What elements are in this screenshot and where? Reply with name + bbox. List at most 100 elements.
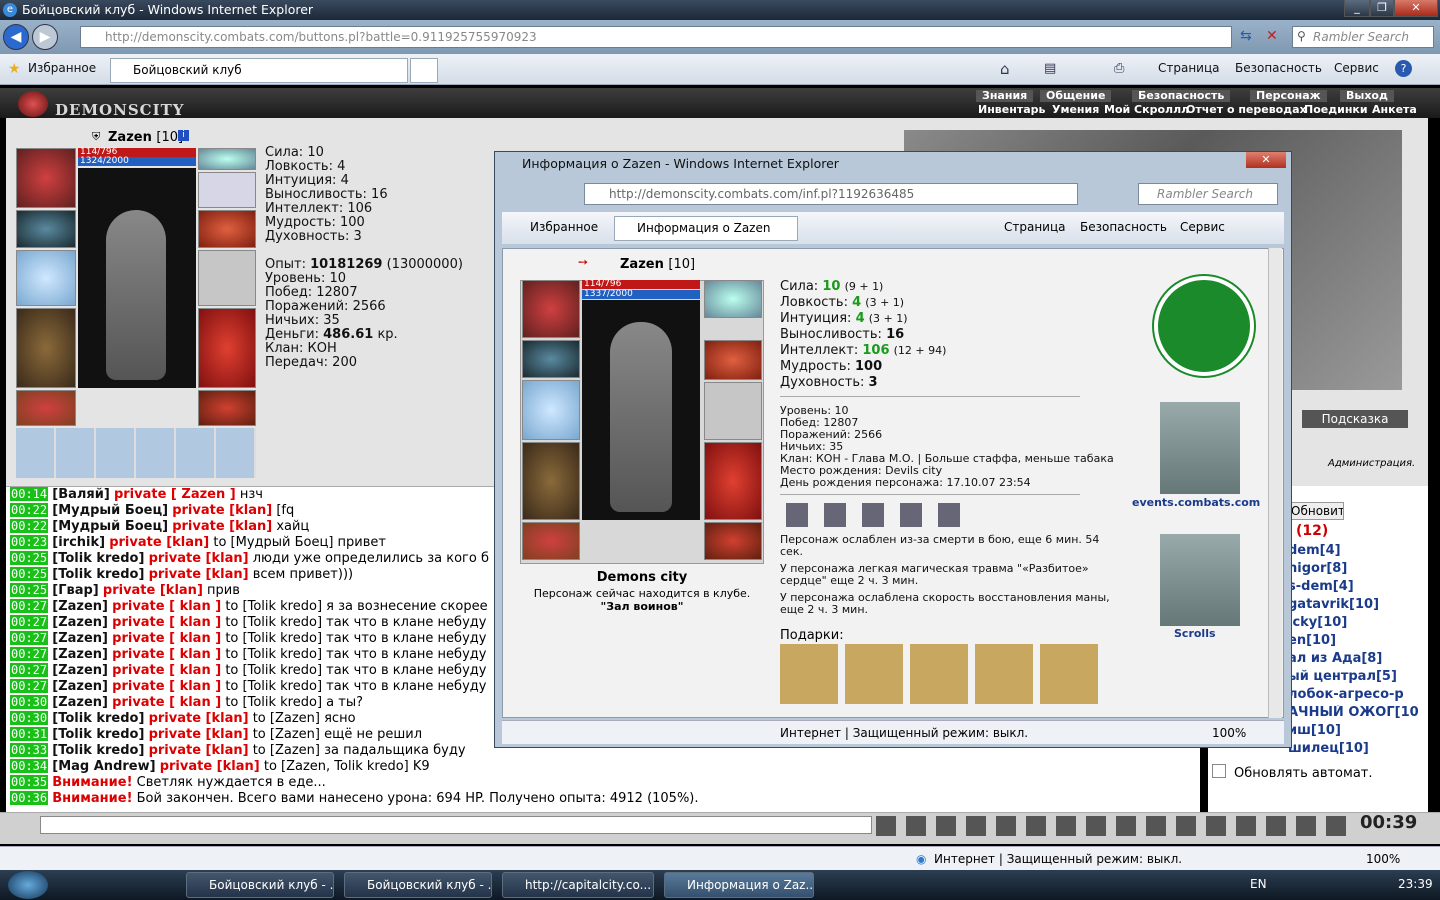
safety-menu[interactable]: Безопасность (1235, 61, 1322, 75)
minimize-button[interactable]: _ (1344, 0, 1370, 17)
popup-shield-slot[interactable] (704, 382, 762, 440)
chat-private-tag[interactable]: private [ klan ] (112, 647, 221, 662)
chat-time[interactable]: 00:35 (10, 775, 49, 789)
chat-time[interactable]: 00:27 (10, 599, 49, 613)
chat-private-tag[interactable]: private [klan] (149, 727, 249, 742)
chat-private-tag[interactable]: private [ klan ] (112, 663, 221, 678)
chat-time[interactable]: 00:27 (10, 679, 49, 693)
chat-author[interactable]: [Мудрый Боец] (52, 503, 168, 518)
earring-slot[interactable] (198, 148, 256, 170)
chat-author[interactable]: [Tolik kredo] (52, 743, 144, 758)
user-list-item[interactable]: лобок-агресо-р (1288, 687, 1404, 702)
menu-inventory[interactable]: Инвентарь (978, 103, 1045, 116)
chat-private-tag[interactable]: private [klan] (172, 503, 272, 518)
popup-earring-slot[interactable] (704, 280, 762, 318)
chat-author[interactable]: [Tolik kredo] (52, 551, 144, 566)
bracers-slot[interactable] (16, 210, 76, 248)
search-input[interactable]: Rambler Search (1292, 26, 1434, 48)
user-list-item[interactable]: en[10] (1288, 633, 1336, 648)
taskbar-item-3[interactable]: http://capitalcity.co... (502, 872, 654, 898)
taskbar-item-4[interactable]: Информация о Zaz... (664, 872, 814, 898)
popup-helmet-slot[interactable] (522, 280, 580, 338)
helmet-slot[interactable] (16, 148, 76, 208)
chat-time[interactable]: 00:36 (10, 791, 49, 805)
forward-button[interactable]: ▶ (32, 24, 58, 50)
chat-time[interactable]: 00:22 (10, 519, 49, 533)
taskbar-item-2[interactable]: Бойцовский клуб - ... (344, 872, 492, 898)
chat-author[interactable]: [Мудрый Боец] (52, 519, 168, 534)
popup-weapon-slot[interactable] (522, 380, 580, 440)
user-list-item[interactable]: nigor[8] (1288, 561, 1347, 576)
popup-tab[interactable]: Информация о Zazen (614, 216, 798, 241)
user-list-item[interactable]: ый централ[5] (1288, 669, 1397, 684)
search-icon[interactable]: ⚲ (1297, 29, 1306, 43)
quick-slots[interactable] (16, 428, 256, 478)
menu-myscroll[interactable]: Мой Скроллл (1104, 103, 1189, 116)
legs-slot[interactable] (198, 308, 256, 388)
popup-favorites-button[interactable]: Избранное (530, 220, 598, 234)
chat-time[interactable]: 00:25 (10, 567, 49, 581)
taskbar-item-1[interactable]: Бойцовский клуб - ... (186, 872, 334, 898)
chat-private-tag[interactable]: private [klan] (149, 711, 249, 726)
chat-time[interactable]: 00:33 (10, 743, 49, 757)
chat-author[interactable]: [Tolik kredo] (52, 567, 144, 582)
chat-time[interactable]: 00:25 (10, 551, 49, 565)
chat-private-tag[interactable]: Внимание! (52, 791, 132, 806)
menu-exit[interactable]: Выход (1340, 90, 1394, 102)
popup-bracers-slot[interactable] (522, 340, 580, 378)
chat-author[interactable]: [Zazen] (52, 615, 108, 630)
back-button[interactable]: ◀ (3, 24, 29, 50)
menu-transfers[interactable]: Отчет о переводах (1186, 103, 1307, 116)
popup-search-input[interactable]: Rambler Search (1138, 183, 1278, 205)
chat-private-tag[interactable]: private [klan] (172, 519, 272, 534)
armor-slot[interactable] (16, 308, 76, 388)
user-list-item[interactable]: иш[10] (1288, 723, 1341, 738)
chat-private-tag[interactable]: private [klan] (149, 743, 249, 758)
popup-belt-slot[interactable] (522, 522, 580, 560)
user-list-item[interactable]: s-dem[4] (1288, 579, 1354, 594)
chat-author[interactable]: [Tolik kredo] (52, 711, 144, 726)
chat-time[interactable]: 00:27 (10, 647, 49, 661)
help-icon[interactable]: ? (1395, 60, 1412, 77)
chat-author[interactable]: [irchik] (52, 535, 105, 550)
tab-fightclub[interactable]: Бойцовский клуб (110, 58, 408, 83)
shield-slot[interactable] (198, 250, 256, 306)
user-list-item[interactable]: dem[4] (1288, 543, 1341, 558)
popup-boots-slot[interactable] (704, 522, 762, 560)
chat-time[interactable]: 00:27 (10, 615, 49, 629)
popup-page-menu[interactable]: Страница (1004, 220, 1066, 234)
chat-input[interactable] (40, 816, 872, 834)
chat-author[interactable]: [Zazen] (52, 663, 108, 678)
chat-private-tag[interactable]: private [klan] (103, 583, 203, 598)
chat-author[interactable]: [Zazen] (52, 647, 108, 662)
user-list-item[interactable]: АЧНЫЙ ОЖОГ[10 (1288, 705, 1419, 720)
home-icon[interactable]: ⌂ (1000, 60, 1010, 78)
chat-time[interactable]: 00:27 (10, 663, 49, 677)
feeds-icon[interactable]: ▤ (1044, 61, 1056, 76)
belt-slot[interactable] (16, 390, 76, 426)
popup-service-menu[interactable]: Сервис (1180, 220, 1225, 234)
chat-author[interactable]: [Mag Andrew] (52, 759, 155, 774)
user-list-item[interactable]: шилец[10] (1288, 741, 1369, 756)
chat-time[interactable]: 00:25 (10, 583, 49, 597)
auto-refresh-checkbox[interactable] (1212, 764, 1226, 778)
close-button[interactable]: ✕ (1394, 0, 1438, 17)
chat-author[interactable]: [Tolik kredo] (52, 727, 144, 742)
chat-author[interactable]: [Zazen] (52, 679, 108, 694)
chat-private-tag[interactable]: private [ klan ] (112, 599, 221, 614)
maximize-button[interactable]: ❐ (1370, 0, 1394, 17)
info-icon[interactable]: i (178, 130, 189, 141)
favorites-button[interactable]: Избранное (28, 61, 96, 75)
hint-button[interactable]: Подсказка (1302, 410, 1408, 428)
chat-time[interactable]: 00:30 (10, 695, 49, 709)
scrolls-link[interactable]: Scrolls (1174, 627, 1216, 640)
chat-author[interactable]: [Zazen] (52, 695, 108, 710)
chat-private-tag[interactable]: Внимание! (52, 775, 132, 790)
chat-time[interactable]: 00:27 (10, 631, 49, 645)
menu-fights[interactable]: Поединки (1304, 103, 1368, 116)
popup-zoom[interactable]: 100% (1212, 726, 1246, 740)
service-menu[interactable]: Сервис (1334, 61, 1379, 75)
popup-address-bar[interactable]: http://demonscity.combats.com/inf.pl?119… (584, 183, 1078, 205)
chat-author[interactable]: [Гвар] (52, 583, 98, 598)
popup-gloves-slot[interactable] (704, 340, 762, 380)
